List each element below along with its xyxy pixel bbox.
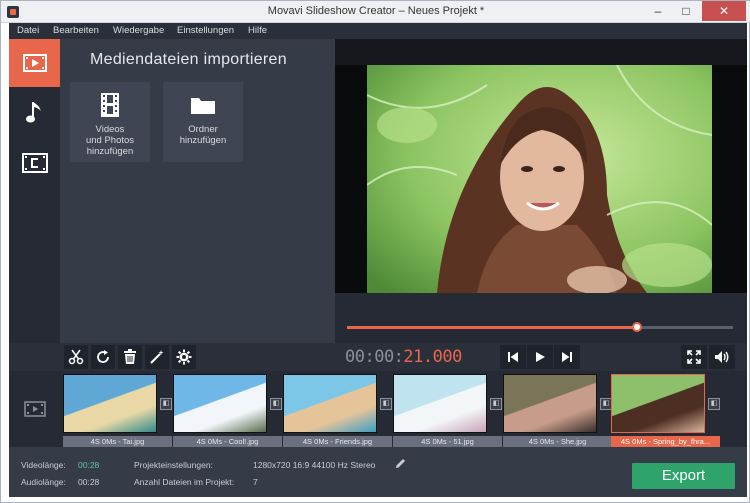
app-area: Mediendateien importieren Videos und Pho… bbox=[9, 39, 747, 497]
editing-toolbar: 00:00:21.000 bbox=[9, 343, 747, 371]
magic-enhance-button[interactable] bbox=[145, 345, 169, 369]
window-title: Movavi Slideshow Creator – Neues Projekt… bbox=[267, 5, 485, 17]
clip-thumbnail bbox=[283, 374, 377, 433]
project-settings-value: 1280x720 16:9 44100 Hz Stereo bbox=[253, 460, 376, 470]
seek-handle[interactable] bbox=[631, 322, 642, 332]
play-button[interactable] bbox=[527, 345, 553, 369]
clip-thumbnail bbox=[63, 374, 157, 433]
app-window: Movavi Slideshow Creator – Neues Projekt… bbox=[0, 0, 750, 503]
magic-wand-icon bbox=[150, 350, 164, 364]
preview-canvas bbox=[335, 65, 747, 293]
film-icon bbox=[23, 401, 46, 417]
film-strip-icon bbox=[101, 93, 119, 117]
export-button[interactable]: Export bbox=[632, 463, 735, 489]
titles-icon bbox=[21, 153, 48, 173]
menu-wiedergabe[interactable]: Wiedergabe bbox=[113, 25, 164, 36]
timeline-clip[interactable]: ◧ 4S 0Ms - Tai.jpg bbox=[63, 374, 173, 448]
clip-thumbnail bbox=[503, 374, 597, 433]
clip-thumbnail bbox=[173, 374, 267, 433]
volume-button[interactable] bbox=[709, 345, 735, 369]
clip-caption: 4S 0Ms - Cool!.jpg bbox=[173, 436, 282, 447]
next-icon bbox=[562, 352, 572, 362]
cut-button[interactable] bbox=[64, 345, 88, 369]
scissors-icon bbox=[68, 349, 84, 365]
delete-button[interactable] bbox=[118, 345, 142, 369]
minimize-button[interactable]: – bbox=[644, 1, 672, 21]
transition-icon[interactable]: ◧ bbox=[160, 398, 172, 410]
close-button[interactable]: ✕ bbox=[702, 1, 746, 21]
seek-area bbox=[335, 293, 747, 343]
gear-icon bbox=[176, 349, 192, 365]
maximize-button[interactable]: □ bbox=[672, 1, 700, 21]
music-tab[interactable] bbox=[9, 89, 60, 137]
add-videos-label: Videos und Photos hinzufügen bbox=[85, 124, 135, 157]
transition-icon[interactable]: ◧ bbox=[490, 398, 502, 410]
clip-thumbnail bbox=[393, 374, 487, 433]
settings-button[interactable] bbox=[172, 345, 196, 369]
timeline-clip[interactable]: ◧ 4S 0Ms - Spring_by_fhra... bbox=[611, 374, 721, 448]
media-tab[interactable] bbox=[9, 39, 60, 87]
status-bar: Videolänge: 00:28 Audiolänge: 00:28 Proj… bbox=[9, 447, 747, 497]
timeline-track-icon bbox=[9, 371, 60, 447]
time-elapsed-value: 21.000 bbox=[403, 347, 462, 367]
seek-progress bbox=[347, 326, 637, 329]
titles-tab[interactable] bbox=[9, 139, 60, 187]
next-button[interactable] bbox=[554, 345, 580, 369]
music-note-icon bbox=[25, 102, 41, 123]
video-length-value: 00:28 bbox=[78, 460, 100, 470]
add-videos-photos-button[interactable]: Videos und Photos hinzufügen bbox=[70, 82, 150, 162]
audio-length-label: Audiolänge: bbox=[21, 477, 66, 487]
seek-bar[interactable] bbox=[347, 322, 733, 332]
timeline-clip[interactable]: ◧ 4S 0Ms - Friends.jpg bbox=[283, 374, 393, 448]
transition-icon[interactable]: ◧ bbox=[380, 398, 392, 410]
menu-datei[interactable]: Datei bbox=[17, 25, 39, 36]
file-count-label: Anzahl Dateien im Projekt: bbox=[134, 477, 235, 487]
menu-einstellungen[interactable]: Einstellungen bbox=[177, 25, 234, 36]
media-import-panel: Mediendateien importieren Videos und Pho… bbox=[60, 39, 335, 343]
add-folder-button[interactable]: Ordner hinzufügen bbox=[163, 82, 243, 162]
edit-settings-pencil-icon[interactable] bbox=[395, 458, 406, 469]
timeline-clip[interactable]: ◧ 4S 0Ms - Cool!.jpg bbox=[173, 374, 283, 448]
sidebar bbox=[9, 39, 60, 371]
time-elapsed-prefix: 00:00: bbox=[345, 347, 404, 367]
clip-thumbnail bbox=[611, 374, 705, 433]
clip-caption: 4S 0Ms - She.jpg bbox=[503, 436, 612, 447]
transition-icon[interactable]: ◧ bbox=[708, 398, 720, 410]
timeline-clip[interactable]: ◧ 4S 0Ms - 51.jpg bbox=[393, 374, 503, 448]
timeline: ◧ 4S 0Ms - Tai.jpg ◧ 4S 0Ms - Cool!.jpg ◧ 4S … bbox=[9, 371, 747, 447]
add-folder-label: Ordner hinzufügen bbox=[179, 124, 227, 146]
preview-photo bbox=[367, 65, 712, 293]
audio-length-value: 00:28 bbox=[78, 477, 100, 487]
menu-bar: Datei Bearbeiten Wiedergabe Einstellunge… bbox=[9, 23, 747, 39]
transition-icon[interactable]: ◧ bbox=[270, 398, 282, 410]
file-count-value: 7 bbox=[253, 477, 258, 487]
folder-icon bbox=[191, 98, 215, 114]
previous-icon bbox=[508, 352, 518, 362]
clip-caption: 4S 0Ms - Tai.jpg bbox=[63, 436, 172, 447]
fullscreen-icon bbox=[687, 350, 701, 364]
volume-icon bbox=[715, 351, 729, 363]
timeline-clip[interactable]: ◧ 4S 0Ms - She.jpg bbox=[503, 374, 613, 448]
film-icon bbox=[22, 54, 47, 72]
fullscreen-button[interactable] bbox=[681, 345, 707, 369]
title-bar: Movavi Slideshow Creator – Neues Projekt… bbox=[1, 1, 750, 23]
menu-bearbeiten[interactable]: Bearbeiten bbox=[53, 25, 99, 36]
clip-caption: 4S 0Ms - 51.jpg bbox=[393, 436, 502, 447]
clip-caption: 4S 0Ms - Friends.jpg bbox=[283, 436, 392, 447]
video-length-label: Videolänge: bbox=[21, 460, 66, 470]
previous-button[interactable] bbox=[500, 345, 526, 369]
clip-caption: 4S 0Ms - Spring_by_fhra... bbox=[611, 436, 720, 447]
play-icon bbox=[536, 352, 545, 362]
project-settings-label: Projekteinstellungen: bbox=[134, 460, 213, 470]
panel-title: Mediendateien importieren bbox=[90, 51, 287, 68]
trash-icon bbox=[124, 349, 136, 364]
rotate-button[interactable] bbox=[91, 345, 115, 369]
rotate-icon bbox=[97, 350, 109, 363]
menu-hilfe[interactable]: Hilfe bbox=[248, 25, 267, 36]
time-display: 00:00:21.000 bbox=[345, 347, 462, 367]
